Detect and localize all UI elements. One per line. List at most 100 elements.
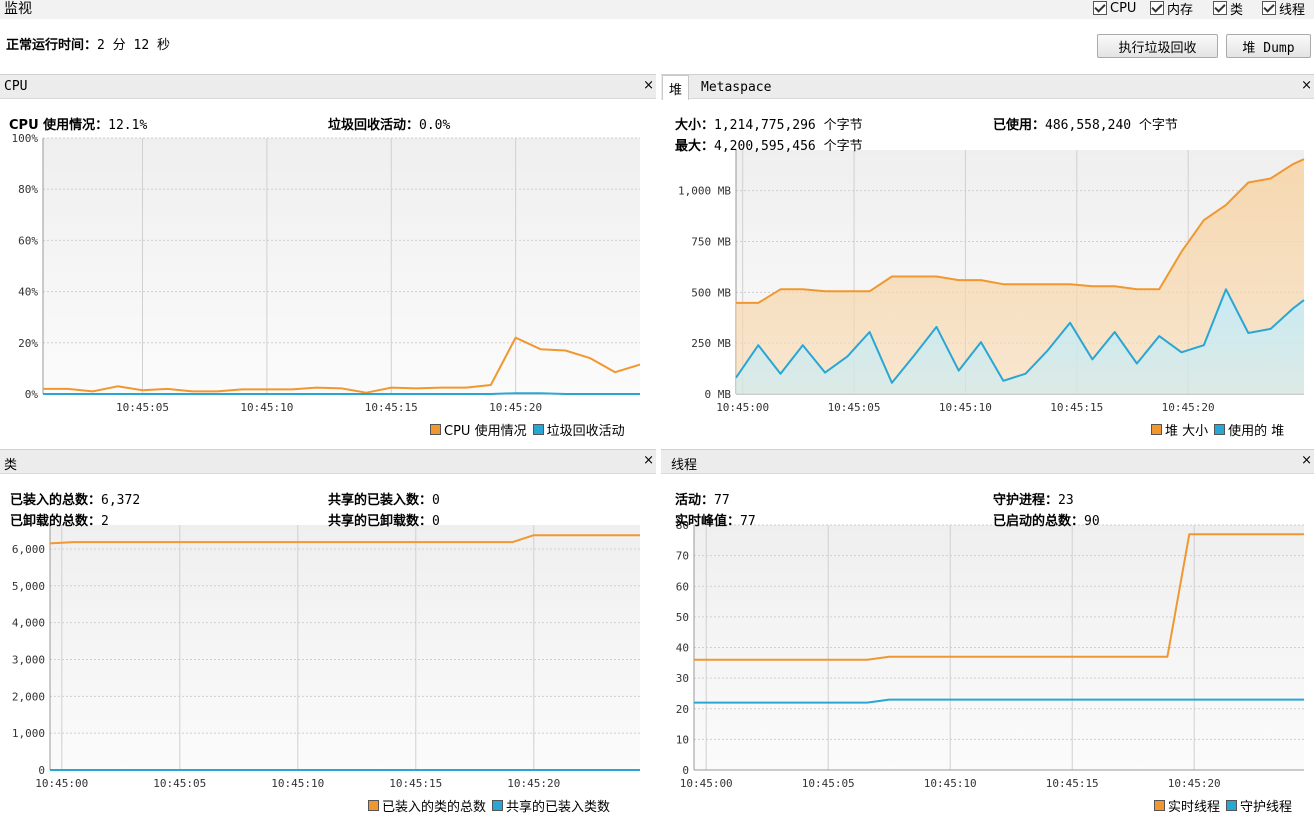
threads-daemon-stat: 守护进程：23 (993, 489, 1074, 508)
legend-swatch (1154, 800, 1165, 811)
y-tick-label: 0% (25, 388, 39, 401)
classes-panel-header: 类 × (0, 449, 656, 474)
y-tick-label: 60 (676, 580, 689, 593)
y-tick-label: 5,000 (12, 580, 45, 593)
legend-swatch (1226, 800, 1238, 811)
plot-background (43, 138, 640, 394)
legend-item: 已装入的类的总数 (368, 796, 486, 815)
tab-heap[interactable]: 堆 (662, 75, 690, 100)
x-tick-label: 10:45:05 (153, 777, 206, 790)
x-tick-label: 10:45:15 (1046, 777, 1099, 790)
shared-loaded-label: 共享的已装入数： (328, 493, 433, 508)
y-tick-label: 750 MB (691, 236, 731, 249)
y-tick-label: 250 MB (691, 337, 731, 350)
legend-item: 使用的 堆 (1214, 420, 1284, 439)
legend-swatch (1214, 424, 1226, 435)
close-icon[interactable]: × (1301, 453, 1312, 468)
legend-swatch (492, 800, 504, 811)
x-tick-label: 10:45:00 (680, 777, 733, 790)
classes-unloaded-stat: 已卸载的总数：2 (10, 510, 109, 529)
threads-panel-header: 线程 × (661, 449, 1314, 474)
y-tick-label: 20% (18, 337, 38, 350)
legend-item: 共享的已装入类数 (492, 796, 610, 815)
y-tick-label: 2,000 (12, 690, 45, 703)
x-tick-label: 10:45:15 (1050, 401, 1103, 414)
y-tick-label: 100% (12, 132, 39, 145)
y-tick-label: 0 (38, 764, 45, 777)
y-tick-label: 50 (676, 611, 689, 624)
heap-size-label: 大小： (675, 118, 715, 133)
tab-metaspace[interactable]: Metaspace (695, 75, 777, 100)
y-tick-label: 80% (18, 183, 38, 196)
x-tick-label: 10:45:10 (924, 777, 977, 790)
heap-used-stat: 已使用：486,558,240 个字节 (993, 114, 1178, 133)
x-tick-label: 10:45:15 (389, 777, 442, 790)
close-icon[interactable]: × (1301, 78, 1312, 93)
close-icon[interactable]: × (643, 453, 654, 468)
threads-panel-title: 线程 (671, 458, 698, 473)
heap-size-value: 1,214,775,296 个字节 (714, 118, 863, 133)
legend-swatch (532, 424, 544, 435)
legend-swatch (430, 424, 441, 435)
memory-panel-header: 堆 Metaspace × (661, 74, 1314, 100)
classes-legend: 已装入的类的总数 共享的已装入类数 (362, 796, 610, 815)
heap-used-value: 486,558,240 个字节 (1045, 118, 1178, 133)
threads-live-stat: 活动：77 (675, 489, 730, 508)
legend-label: 实时线程 (1168, 800, 1221, 815)
threads-live-label: 活动： (675, 493, 715, 508)
x-tick-label: 10:45:20 (489, 401, 542, 414)
legend-label: 已装入的类的总数 (382, 800, 487, 815)
y-tick-label: 40% (18, 286, 38, 299)
heap-used-label: 已使用： (993, 118, 1046, 133)
legend-label: 共享的已装入类数 (506, 800, 611, 815)
y-tick-label: 10 (676, 733, 689, 746)
legend-label: 堆 大小 (1165, 424, 1209, 439)
heap-max-stat: 最大：4,200,595,456 个字节 (675, 135, 863, 154)
shared-unloaded-value: 0 (432, 514, 440, 529)
threads-live-value: 77 (714, 493, 730, 508)
legend-swatch (1151, 424, 1162, 435)
y-tick-label: 4,000 (12, 617, 45, 630)
classes-panel-title: 类 (4, 458, 18, 473)
x-tick-label: 10:45:15 (365, 401, 418, 414)
x-tick-label: 10:45:00 (35, 777, 88, 790)
y-tick-label: 60% (18, 234, 38, 247)
legend-item: 垃圾回收活动 (532, 420, 625, 439)
heap-max-value: 4,200,595,456 个字节 (714, 139, 863, 154)
classes-loaded-value: 6,372 (101, 493, 141, 508)
threads-peak-stat: 实时峰值：77 (675, 510, 756, 529)
shared-unloaded-label: 共享的已卸载数： (328, 514, 433, 529)
y-tick-label: 3,000 (12, 653, 45, 666)
y-tick-label: 0 (682, 764, 689, 777)
x-tick-label: 10:45:10 (271, 777, 324, 790)
x-tick-label: 10:45:20 (507, 777, 560, 790)
x-tick-label: 10:45:05 (828, 401, 881, 414)
heap-max-label: 最大： (675, 139, 715, 154)
x-tick-label: 10:45:10 (939, 401, 992, 414)
classes-loaded-stat: 已装入的总数：6,372 (10, 489, 140, 508)
legend-item: 守护线程 (1226, 796, 1292, 815)
threads-daemon-label: 守护进程： (993, 493, 1059, 508)
classes-loaded-label: 已装入的总数： (10, 493, 102, 508)
legend-label: CPU 使用情况 (444, 424, 527, 439)
y-tick-label: 0 MB (705, 388, 732, 401)
y-tick-label: 70 (676, 550, 689, 563)
x-tick-label: 10:45:05 (802, 777, 855, 790)
threads-started-stat: 已启动的总数：90 (993, 510, 1100, 529)
heap-size-stat: 大小：1,214,775,296 个字节 (675, 114, 863, 133)
y-tick-label: 30 (676, 672, 689, 685)
shared-loaded-value: 0 (432, 493, 440, 508)
cpu-legend: CPU 使用情况 垃圾回收活动 (424, 420, 625, 439)
y-tick-label: 500 MB (691, 286, 731, 299)
legend-swatch (368, 800, 379, 811)
legend-item: 实时线程 (1154, 796, 1220, 815)
legend-label: 守护线程 (1240, 800, 1293, 815)
classes-unloaded-label: 已卸载的总数： (10, 514, 102, 529)
legend-label: 使用的 堆 (1228, 424, 1285, 439)
shared-unloaded-stat: 共享的已卸载数：0 (328, 510, 440, 529)
threads-peak-value: 77 (740, 514, 756, 529)
y-tick-label: 40 (676, 642, 689, 655)
x-tick-label: 10:45:10 (240, 401, 293, 414)
y-tick-label: 1,000 MB (678, 185, 731, 198)
legend-item: 堆 大小 (1151, 420, 1208, 439)
